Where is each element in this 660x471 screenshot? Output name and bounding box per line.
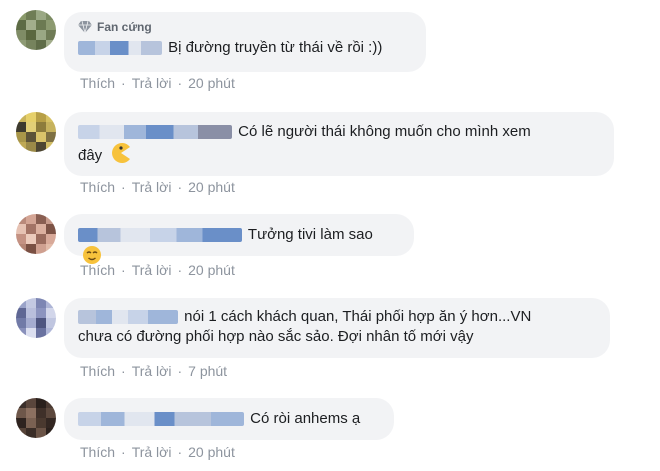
timestamp[interactable]: 7 phút — [188, 363, 227, 379]
comment-text: Có lẽ người thái không muốn cho mình xem — [238, 123, 531, 140]
timestamp[interactable]: 20 phút — [188, 179, 235, 195]
like-link[interactable]: Thích — [80, 444, 115, 460]
comment-text: Bị đường truyền từ thái về rồi :)) — [168, 39, 383, 56]
comment-actions: Thích · Trả lời · 20 phút — [80, 444, 235, 460]
comment-text: Tưởng tivi làm sao — [247, 226, 373, 243]
separator-dot: · — [121, 75, 126, 91]
like-link[interactable]: Thích — [80, 179, 115, 195]
comment-actions: Thích · Trả lời · 20 phút — [80, 179, 235, 195]
commenter-name-pixelated[interactable] — [78, 41, 162, 56]
comment-actions: Thích · Trả lời · 7 phút — [80, 363, 227, 379]
reply-link[interactable]: Trả lời — [132, 444, 172, 460]
reply-link[interactable]: Trả lời — [132, 179, 172, 195]
commenter-name-pixelated[interactable] — [78, 412, 244, 427]
separator-dot: · — [177, 363, 183, 379]
comment-bubble: Fan cứng Bị đường truyền từ thái về rồi … — [64, 12, 426, 72]
badge-label: Fan cứng — [97, 20, 152, 34]
commenter-name-pixelated[interactable] — [78, 310, 178, 325]
timestamp[interactable]: 20 phút — [188, 444, 235, 460]
reply-link[interactable]: Trả lời — [132, 262, 172, 278]
separator-dot: · — [121, 262, 126, 278]
separator-dot: · — [121, 363, 126, 379]
comment-bubble: nói 1 cách khách quan, Thái phối hợp ăn … — [64, 298, 610, 358]
comment-bubble: Tưởng tivi làm sao — [64, 214, 414, 264]
like-link[interactable]: Thích — [80, 363, 115, 379]
comment-text: nói 1 cách khách quan, Thái phối hợp ăn … — [184, 308, 532, 325]
separator-dot: · — [121, 179, 126, 195]
diamond-icon — [78, 21, 92, 33]
comment-text: Có ròi anhems ạ — [250, 410, 361, 427]
timestamp[interactable]: 20 phút — [188, 262, 235, 278]
comment-actions: Thích · Trả lời · 20 phút — [80, 75, 235, 91]
like-link[interactable]: Thích — [80, 262, 115, 278]
timestamp[interactable]: 20 phút — [188, 75, 235, 91]
comment-text: đây — [78, 147, 103, 164]
comment-bubble: Có ròi anhems ạ — [64, 398, 394, 440]
comment-bubble: Có lẽ người thái không muốn cho mình xem… — [64, 112, 614, 176]
separator-dot: · — [177, 179, 183, 195]
top-fan-badge: Fan cứng — [78, 18, 412, 36]
reply-link[interactable]: Trả lời — [132, 363, 172, 379]
commenter-name-pixelated[interactable] — [78, 125, 232, 140]
comment-text: chưa có đường phối hợp nào sắc sảo. Đợi … — [78, 328, 474, 345]
like-link[interactable]: Thích — [80, 75, 115, 91]
pacman-emoji-icon — [112, 143, 131, 163]
avatar[interactable] — [16, 398, 56, 438]
commenter-name-pixelated[interactable] — [78, 228, 242, 243]
avatar[interactable] — [16, 298, 56, 338]
avatar[interactable] — [16, 112, 56, 152]
avatar[interactable] — [16, 214, 56, 254]
separator-dot: · — [177, 75, 183, 91]
separator-dot: · — [121, 444, 126, 460]
avatar[interactable] — [16, 10, 56, 50]
reply-link[interactable]: Trả lời — [132, 75, 172, 91]
comment-actions: Thích · Trả lời · 20 phút — [80, 262, 235, 278]
separator-dot: · — [177, 262, 183, 278]
separator-dot: · — [177, 444, 183, 460]
